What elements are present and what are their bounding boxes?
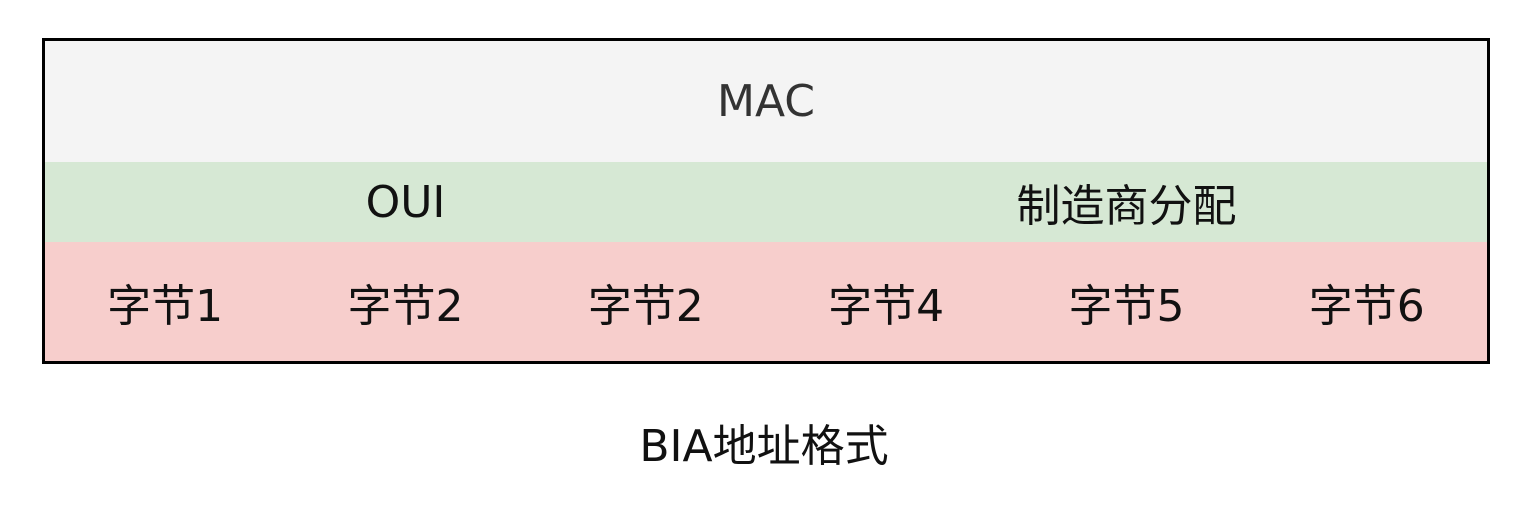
bytes-row: 字节1 字节2 字节2 字节4 字节5 字节6: [45, 242, 1487, 361]
byte-cell-4: 字节4: [766, 242, 1006, 361]
byte-label: 字节2: [347, 280, 464, 332]
byte-cell-5: 字节5: [1006, 242, 1246, 361]
mac-header-row: MAC: [45, 41, 1487, 162]
oui-label: OUI: [365, 176, 446, 228]
diagram-caption: BIA地址格式: [639, 421, 889, 472]
bia-format-table: MAC OUI 制造商分配 字节1 字节2 字节2 字节4 字节5 字节6: [42, 38, 1490, 364]
byte-label: 字节1: [107, 280, 224, 332]
byte-label: 字节6: [1308, 280, 1425, 332]
oui-cell: OUI: [45, 162, 766, 242]
byte-cell-2: 字节2: [285, 242, 525, 361]
byte-label: 字节5: [1068, 280, 1185, 332]
byte-label: 字节2: [587, 280, 704, 332]
byte-cell-1: 字节1: [45, 242, 285, 361]
byte-cell-3: 字节2: [526, 242, 766, 361]
byte-cell-6: 字节6: [1247, 242, 1487, 361]
manufacturer-label: 制造商分配: [1016, 181, 1237, 232]
mac-label: MAC: [716, 76, 815, 127]
segment-row: OUI 制造商分配: [45, 162, 1487, 242]
byte-label: 字节4: [828, 280, 945, 332]
manufacturer-cell: 制造商分配: [766, 162, 1487, 242]
